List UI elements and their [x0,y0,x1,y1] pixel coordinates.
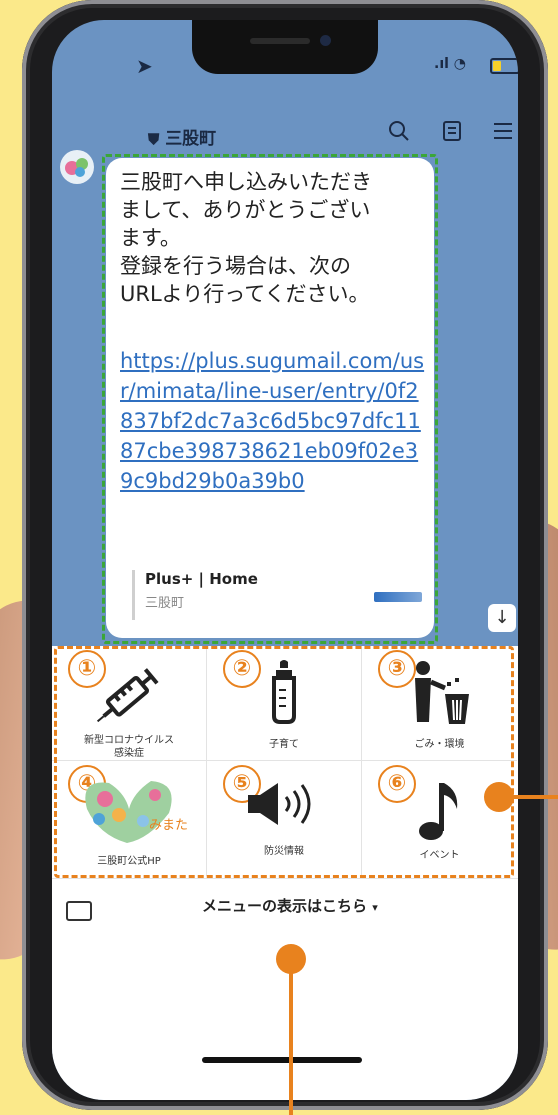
chat-header: ⛊ 三股町 [148,124,216,149]
battery-icon [490,58,518,74]
home-indicator [202,1057,362,1063]
highlight-menu-frame [54,646,514,878]
signal-wifi-icons: .ıl ◔ [434,56,466,72]
phone-screen: ➤ .ıl ◔ ⛊ 三股町 三股町へ申し込みいただき まして、ありがとうござい … [52,20,518,1100]
page-title: 三股町 [165,129,217,149]
notes-icon[interactable] [442,120,462,147]
shield-icon: ⛊ [148,130,160,148]
callout-line-toggle [289,970,293,1115]
wifi-icon: ◔ [453,56,467,72]
bottom-bar: メニューの表示はこちら ▾ [52,878,518,1100]
scroll-down-button[interactable]: ↓ [488,604,516,632]
avatar[interactable] [60,150,94,184]
menu-toggle-button[interactable]: メニューの表示はこちら ▾ [202,895,378,916]
menu-toggle-label: メニューの表示はこちら [202,897,368,915]
callout-line-menu [510,795,558,799]
keyboard-icon[interactable] [66,901,92,921]
search-icon[interactable] [388,120,410,147]
menu-icon[interactable] [492,120,514,147]
caret-down-icon: ▾ [372,901,378,914]
highlight-message-frame [102,154,438,644]
signal-icon: .ıl [434,56,449,72]
notch [192,20,378,74]
location-arrow-icon: ➤ [136,54,153,78]
